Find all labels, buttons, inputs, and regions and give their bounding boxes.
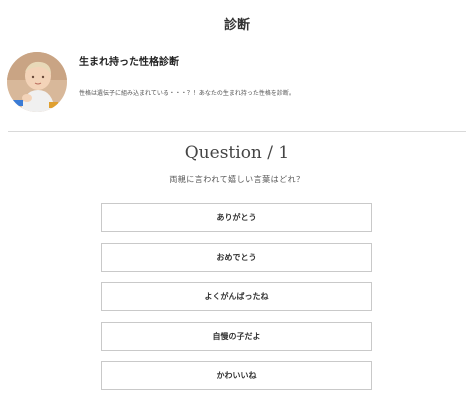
avatar	[7, 52, 67, 112]
page: 診断 生まれ持った性格診断 性格は遺伝子に組み込まれている・・・？！あなたの生ま…	[0, 0, 474, 408]
page-title: 診断	[223, 18, 250, 33]
answer-option-4[interactable]: 自慢の子だよ	[101, 321, 372, 351]
diagnosis-title[interactable]: 生まれ持った性格診断	[79, 53, 179, 68]
answer-option-3[interactable]: よくがんばったね	[101, 282, 372, 311]
diagnosis-description: 性格は遺伝子に組み込まれている・・・？！あなたの生まれ持った性格を診断。	[79, 90, 295, 97]
baby-photo-icon	[7, 52, 67, 112]
divider	[8, 131, 466, 132]
answer-option-1[interactable]: ありがとう	[101, 203, 372, 232]
question-heading: Question / 1	[184, 143, 290, 163]
answer-options: ありがとう おめでとう よくがんばったね 自慢の子だよ かわいいね	[101, 203, 372, 401]
answer-option-5[interactable]: かわいいね	[101, 361, 372, 390]
question-text: 両親に言われて嬉しい言葉はどれ？	[169, 175, 305, 184]
answer-option-2[interactable]: おめでとう	[101, 242, 372, 272]
